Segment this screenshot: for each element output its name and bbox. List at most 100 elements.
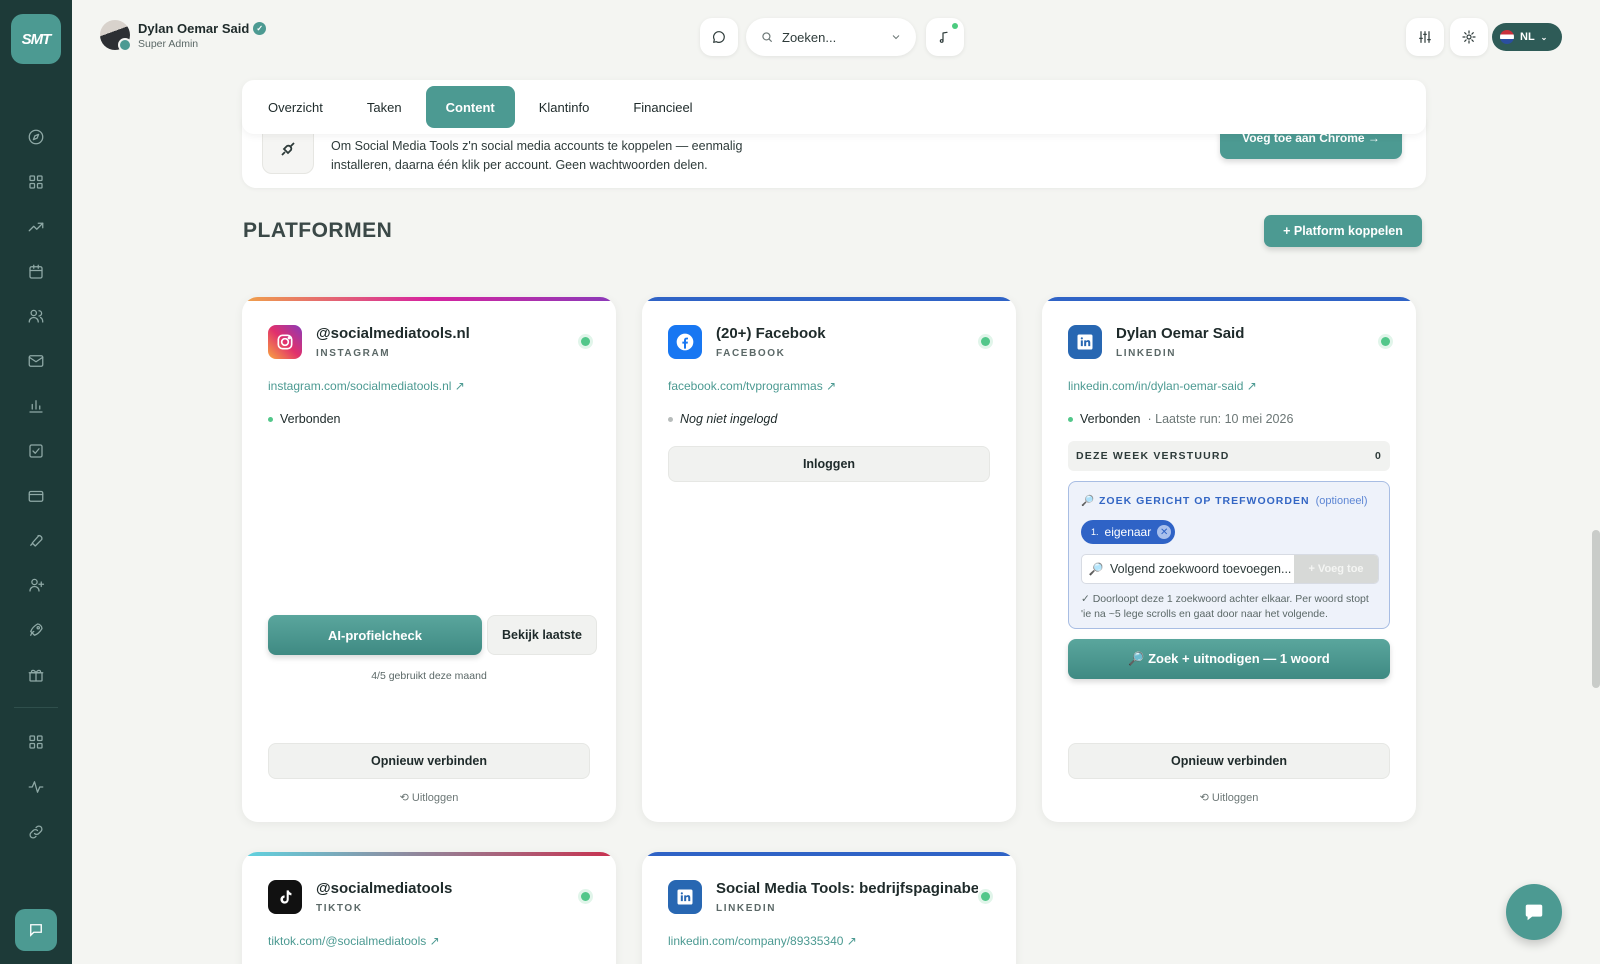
platform-type: LINKEDIN: [716, 903, 777, 914]
sidebar-divider: [14, 707, 58, 708]
platform-name: Dylan Oemar Said: [1116, 325, 1245, 342]
users-icon[interactable]: [24, 304, 48, 328]
login-button[interactable]: Inloggen: [668, 446, 990, 482]
platform-card-instagram: @socialmediatools.nl INSTAGRAM instagram…: [242, 297, 616, 822]
search-input[interactable]: [782, 29, 882, 45]
sidebar: SMT: [0, 0, 72, 964]
tab-financieel[interactable]: Financieel: [613, 86, 712, 128]
rocket-icon[interactable]: [24, 618, 48, 642]
reconnect-button[interactable]: Opnieuw verbinden: [1068, 743, 1390, 779]
view-last-button[interactable]: Bekijk laatste: [487, 615, 597, 655]
tab-bar: Overzicht Taken Content Klantinfo Financ…: [242, 80, 1426, 134]
support-chat-button[interactable]: [1506, 884, 1562, 940]
music-button[interactable]: [926, 18, 964, 56]
add-keyword-button[interactable]: + Voeg toe: [1294, 555, 1378, 583]
add-user-icon[interactable]: [24, 573, 48, 597]
checklist-icon[interactable]: [24, 439, 48, 463]
platform-type: LINKEDIN: [1116, 348, 1177, 359]
keyword-input[interactable]: [1110, 562, 1296, 576]
instagram-icon: [268, 325, 302, 359]
keyword-chip: 1. eigenaar ✕: [1081, 520, 1176, 544]
search-bar[interactable]: [746, 18, 916, 56]
platform-card-facebook: (20+) Facebook FACEBOOK facebook.com/tvp…: [642, 297, 1016, 822]
bar-chart-icon[interactable]: [24, 394, 48, 418]
settings-button[interactable]: [1450, 18, 1488, 56]
banner-text: Om Social Media Tools z'n social media a…: [331, 139, 743, 172]
profile-link[interactable]: tiktok.com/@socialmediatools ↗: [268, 934, 440, 948]
messages-button[interactable]: [700, 18, 738, 56]
platform-name: Social Media Tools: bedrijfspaginabe: [716, 880, 978, 897]
profile-link[interactable]: linkedin.com/company/89335340 ↗: [668, 934, 857, 948]
tab-overzicht[interactable]: Overzicht: [248, 86, 343, 128]
card-accent-bar: [242, 297, 616, 301]
remove-keyword-icon[interactable]: ✕: [1157, 525, 1172, 539]
tab-content[interactable]: Content: [425, 86, 515, 128]
connection-status: Verbonden · Laatste run: 10 mei 2026: [1068, 412, 1293, 426]
keyword-help-text: ✓ Doorloopt deze 1 zoekwoord achter elka…: [1081, 593, 1369, 620]
weekly-sent-counter: DEZE WEEK VERSTUURD 0: [1068, 441, 1390, 471]
user-profile[interactable]: Dylan Oemar Said ✓ Super Admin: [100, 20, 267, 52]
dashboard-icon[interactable]: [24, 170, 48, 194]
search-icon: 🔎: [1088, 562, 1104, 576]
status-dot: [1381, 337, 1390, 346]
add-platform-button[interactable]: + Platform koppelen: [1264, 215, 1422, 247]
platform-card-tiktok: @socialmediatools TIKTOK tiktok.com/@soc…: [242, 852, 616, 964]
platform-type: FACEBOOK: [716, 348, 786, 359]
flag-nl-icon: [1500, 30, 1514, 44]
logout-link[interactable]: ⟲ Uitloggen: [1042, 791, 1416, 804]
language-label: NL: [1520, 31, 1535, 43]
gear-icon: [1462, 30, 1476, 44]
chevron-down-icon: [892, 35, 900, 40]
status-dot: [981, 337, 990, 346]
status-dot: [581, 892, 590, 901]
activity-icon[interactable]: [24, 775, 48, 799]
platform-card-linkedin: Dylan Oemar Said LINKEDIN linkedin.com/i…: [1042, 297, 1416, 822]
search-invite-button[interactable]: 🔎 Zoek + uitnodigen — 1 woord: [1068, 639, 1390, 679]
search-icon: [762, 32, 773, 43]
connection-status: Nog niet ingelogd: [668, 412, 777, 426]
avatar: [100, 20, 132, 52]
trending-icon[interactable]: [24, 215, 48, 239]
keyword-input-group: 🔎 + Voeg toe: [1081, 554, 1379, 584]
reconnect-button[interactable]: Opnieuw verbinden: [268, 743, 590, 779]
link-icon[interactable]: [24, 820, 48, 844]
wrench-icon[interactable]: [24, 528, 48, 552]
compass-icon[interactable]: [24, 125, 48, 149]
app-logo[interactable]: SMT: [11, 14, 61, 64]
user-name: Dylan Oemar Said: [138, 20, 250, 36]
weekly-sent-label: DEZE WEEK VERSTUURD: [1076, 450, 1230, 462]
platform-type: TIKTOK: [316, 903, 363, 914]
profile-link[interactable]: instagram.com/socialmediatools.nl ↗: [268, 379, 465, 393]
profile-link[interactable]: facebook.com/tvprogrammas ↗: [668, 379, 836, 393]
verified-icon: ✓: [253, 21, 267, 35]
usage-text: 4/5 gebruikt deze maand: [371, 670, 487, 682]
notification-dot: [952, 23, 958, 29]
language-selector[interactable]: NL ⌄: [1492, 23, 1562, 51]
filters-button[interactable]: [1406, 18, 1444, 56]
credit-card-icon[interactable]: [24, 484, 48, 508]
card-accent-bar: [1042, 297, 1416, 301]
scrollbar[interactable]: [1592, 530, 1600, 688]
connection-status: Verbonden: [268, 412, 340, 426]
platform-card-linkedin-company: Social Media Tools: bedrijfspaginabe LIN…: [642, 852, 1016, 964]
calendar-icon[interactable]: [24, 260, 48, 284]
apps-icon[interactable]: [24, 730, 48, 754]
music-note-icon: [939, 31, 948, 43]
section-title: PLATFORMEN: [243, 219, 393, 242]
gift-icon[interactable]: [24, 663, 48, 687]
tab-klantinfo[interactable]: Klantinfo: [519, 86, 610, 128]
keyword-search-panel: 🔎 ZOEK GERICHT OP TREFWOORDEN (optioneel…: [1068, 481, 1390, 629]
platform-name: @socialmediatools: [316, 880, 453, 897]
ai-profile-check-button[interactable]: AI-profielcheck: [268, 615, 482, 655]
profile-link[interactable]: linkedin.com/in/dylan-oemar-said ↗: [1068, 379, 1257, 393]
status-dot: [581, 337, 590, 346]
facebook-icon: [668, 325, 702, 359]
tab-taken[interactable]: Taken: [347, 86, 422, 128]
chat-button[interactable]: [15, 909, 57, 951]
user-role: Super Admin: [138, 37, 199, 50]
logout-link[interactable]: ⟲ Uitloggen: [242, 791, 616, 804]
platform-type: INSTAGRAM: [316, 348, 391, 359]
mail-icon[interactable]: [24, 349, 48, 373]
keyword-panel-title: 🔎 ZOEK GERICHT OP TREFWOORDEN (optioneel…: [1081, 494, 1368, 508]
message-icon: [713, 31, 725, 43]
